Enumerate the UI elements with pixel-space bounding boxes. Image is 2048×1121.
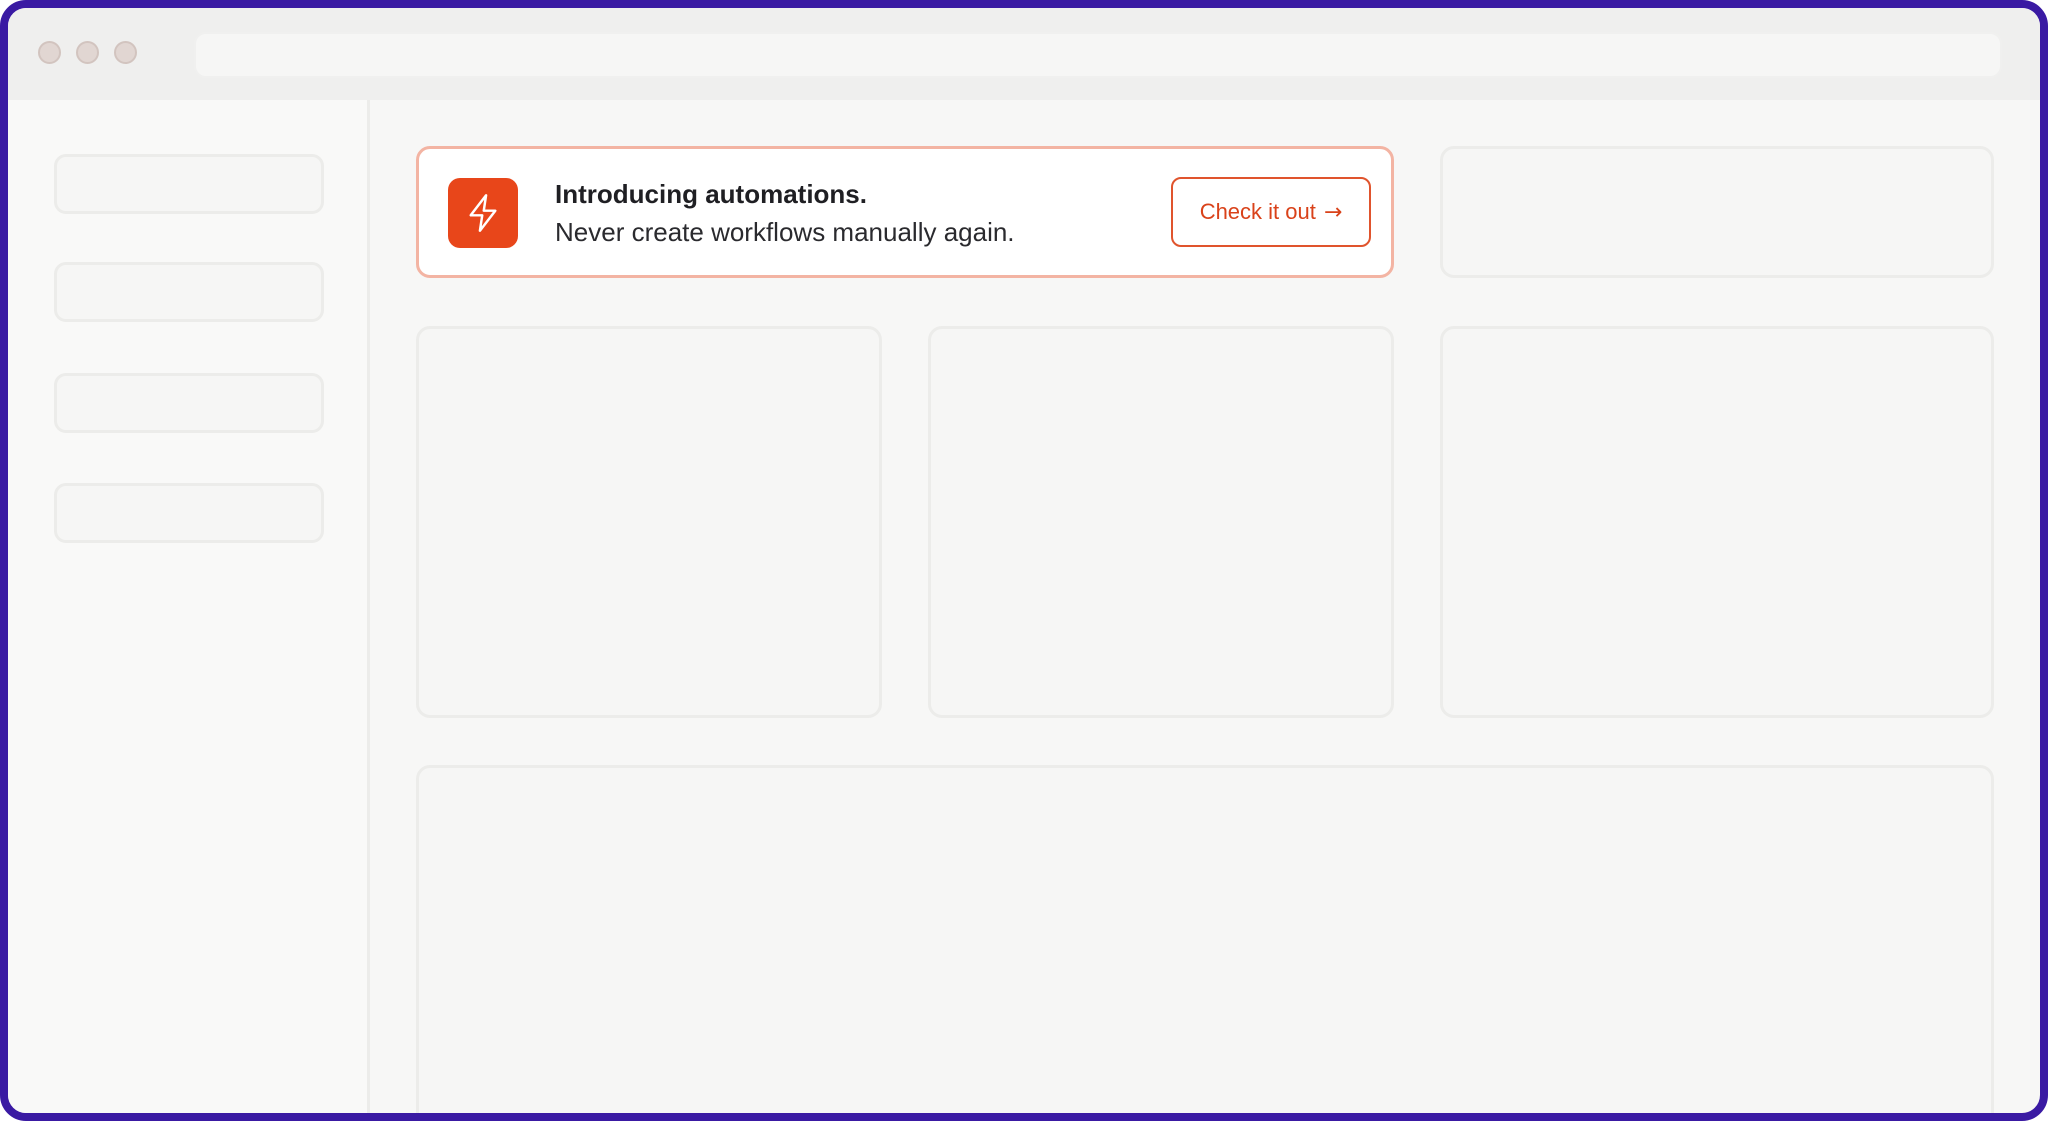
- browser-titlebar: [8, 8, 2040, 100]
- banner-title: Introducing automations.: [555, 179, 867, 209]
- sidebar-item-placeholder[interactable]: [54, 483, 324, 543]
- check-it-out-label: Check it out: [1199, 199, 1316, 224]
- sidebar: [8, 100, 370, 1113]
- content-card-placeholder: [416, 326, 882, 718]
- sidebar-item-placeholder[interactable]: [54, 262, 324, 322]
- browser-window: Introducing automations. Never create wo…: [0, 0, 2048, 1121]
- top-right-card-placeholder: [1440, 146, 1994, 278]
- sidebar-item-placeholder[interactable]: [54, 154, 324, 214]
- wide-content-placeholder: [416, 765, 1994, 1113]
- banner-subtitle: Never create workflows manually again.: [555, 217, 1015, 247]
- window-maximize-dot[interactable]: [114, 41, 137, 64]
- sidebar-item-placeholder[interactable]: [54, 373, 324, 433]
- check-it-out-button[interactable]: Check it out →: [1171, 177, 1371, 247]
- content-card-placeholder: [1440, 326, 1994, 718]
- announcement-banner: Introducing automations. Never create wo…: [416, 146, 1394, 278]
- window-close-dot[interactable]: [38, 41, 61, 64]
- arrow-right-icon: →: [1323, 199, 1343, 225]
- address-bar[interactable]: [194, 32, 2002, 78]
- content-card-placeholder: [928, 326, 1394, 718]
- window-minimize-dot[interactable]: [76, 41, 99, 64]
- lightning-bolt-icon: [448, 178, 518, 248]
